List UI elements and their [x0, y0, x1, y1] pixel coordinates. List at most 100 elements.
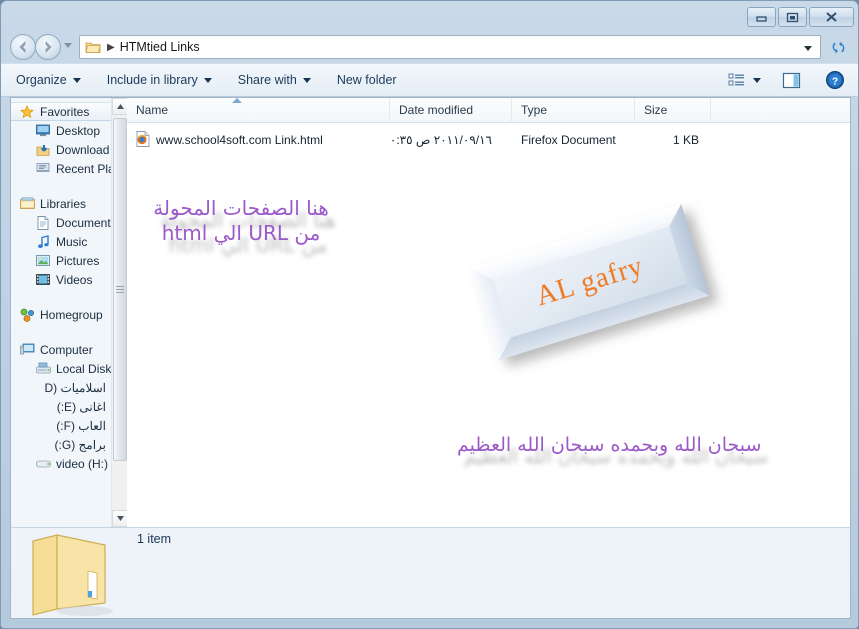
plaque-bevel-bottom [494, 279, 710, 361]
scroll-up-button[interactable] [112, 98, 127, 115]
view-options-button[interactable] [725, 69, 749, 91]
sort-ascending-icon [232, 98, 242, 103]
sidebar-item-drive-h[interactable]: video (H:) [11, 454, 127, 473]
sidebar-item-label: Download [56, 142, 110, 157]
forward-arrow-icon [45, 41, 52, 53]
computer-group: Computer Local Disk اسلاميات (D اغانى (E… [11, 340, 127, 473]
sidebar-item-recent-places[interactable]: Recent Pla [11, 159, 127, 178]
decorative-overlay: هنا الصفحات المحولة من URL الي html AL g… [127, 98, 850, 527]
sidebar-item-videos[interactable]: Videos [11, 270, 127, 289]
sidebar-item-label: Computer [40, 342, 93, 357]
sidebar-item-documents[interactable]: Document [11, 213, 127, 232]
sidebar-item-label: Libraries [40, 196, 87, 211]
minimize-button[interactable] [747, 7, 776, 27]
sidebar-item-drive-g[interactable]: برامج (G:) [11, 435, 127, 454]
desktop-icon [35, 123, 51, 139]
sidebar-item-libraries[interactable]: Libraries [11, 194, 127, 213]
file-type-cell: Firefox Document [521, 133, 616, 147]
sidebar-item-label: Favorites [40, 104, 90, 119]
sidebar-item-drive-d[interactable]: اسلاميات (D [11, 378, 127, 397]
scrollbar-grip [116, 284, 124, 295]
new-folder-button[interactable]: New folder [326, 68, 408, 92]
sidebar-item-label: Pictures [56, 253, 100, 268]
column-header-name[interactable]: Name [127, 98, 390, 123]
maximize-button[interactable] [778, 7, 807, 27]
file-size-cell: 1 KB [672, 133, 699, 147]
sidebar-item-download[interactable]: Download [11, 140, 127, 159]
plaque-face [471, 204, 709, 360]
organize-label: Organize [16, 73, 67, 87]
help-icon: ? [826, 71, 844, 89]
sidebar-item-pictures[interactable]: Pictures [11, 251, 127, 270]
firefox-document-icon [136, 130, 150, 150]
back-arrow-icon [19, 41, 26, 53]
breadcrumb-separator: ▶ [107, 41, 115, 53]
scroll-down-button[interactable] [112, 510, 127, 527]
close-button[interactable] [809, 7, 854, 27]
pictures-icon [35, 253, 51, 269]
chevron-down-icon [116, 516, 124, 521]
recent-places-icon [35, 161, 51, 177]
homegroup-group: Homegroup [11, 305, 127, 324]
open-folder-icon [27, 531, 115, 622]
sidebar-item-music[interactable]: Music [11, 232, 127, 251]
favorites-group: Favorites Desktop Download Recent Pla [11, 102, 127, 178]
help-button[interactable]: ? [822, 67, 848, 93]
main-content-area: Favorites Desktop Download Recent Pla Li… [10, 97, 851, 527]
sidebar-item-label: Videos [56, 272, 93, 287]
chevron-down-icon [302, 77, 311, 83]
column-header-row: Name Date modified Type Size [127, 98, 850, 123]
status-item-count: 1 item [137, 532, 172, 546]
address-bar: ▶ HTMtied Links [1, 31, 858, 63]
status-bar: 1 item [10, 527, 851, 619]
column-header-filler [711, 98, 850, 123]
toolbar-right-group: ? [725, 67, 858, 93]
sidebar-item-label: العاب (F:) [56, 418, 106, 433]
sidebar-item-desktop[interactable]: Desktop [11, 121, 127, 140]
share-with-button[interactable]: Share with [227, 68, 322, 92]
sidebar-item-label: برامج (G:) [54, 437, 107, 452]
sidebar-item-favorites[interactable]: Favorites [11, 102, 127, 121]
view-options-chevron-down-icon[interactable] [753, 77, 761, 83]
sidebar-item-label: Local Disk [56, 361, 112, 376]
sidebar-item-local-disk[interactable]: Local Disk [11, 359, 127, 378]
plaque-inner-panel: AL gafry [493, 226, 687, 338]
sidebar-item-computer[interactable]: Computer [11, 340, 127, 359]
navigation-scrollbar[interactable] [111, 98, 127, 527]
title-bar [1, 1, 858, 31]
back-button[interactable] [10, 34, 36, 60]
preview-pane-button[interactable] [779, 69, 804, 92]
file-list-pane[interactable]: Name Date modified Type Size www.school4… [127, 98, 850, 527]
sidebar-item-drive-e[interactable]: اغانى (E:) [11, 397, 127, 416]
plaque-bevel-right [664, 204, 709, 301]
column-header-type[interactable]: Type [512, 98, 635, 123]
file-name-cell[interactable]: www.school4soft.com Link.html [127, 130, 390, 150]
forward-button[interactable] [35, 34, 61, 60]
column-header-type-label: Type [521, 102, 548, 117]
file-name-label: www.school4soft.com Link.html [156, 133, 323, 147]
history-dropdown-icon[interactable] [64, 43, 72, 48]
breadcrumb-current-folder[interactable]: HTMtied Links [120, 40, 200, 54]
sidebar-item-drive-f[interactable]: العاب (F:) [11, 416, 127, 435]
column-header-date-modified[interactable]: Date modified [390, 98, 512, 123]
include-in-library-label: Include in library [106, 73, 198, 87]
sidebar-item-homegroup[interactable]: Homegroup [11, 305, 127, 324]
address-path-field[interactable]: ▶ HTMtied Links [79, 35, 821, 59]
column-header-size[interactable]: Size [635, 98, 711, 123]
chevron-down-icon [203, 77, 212, 83]
refresh-button[interactable] [827, 37, 849, 57]
videos-icon [35, 272, 51, 288]
window-controls [747, 7, 854, 27]
include-in-library-button[interactable]: Include in library [96, 68, 223, 92]
overlay-top-arabic-text: هنا الصفحات المحولة من URL الي html [153, 196, 329, 245]
address-dropdown-icon[interactable] [804, 46, 812, 51]
homegroup-icon [19, 307, 35, 323]
organize-button[interactable]: Organize [5, 68, 92, 92]
table-row[interactable]: www.school4soft.com Link.html ٢٠١١/٠٩/١٦… [127, 129, 850, 151]
sidebar-item-label: Document [56, 215, 111, 230]
scrollbar-thumb[interactable] [113, 118, 127, 461]
navigation-pane: Favorites Desktop Download Recent Pla Li… [11, 98, 127, 527]
sidebar-item-label: video (H:) [56, 456, 109, 471]
